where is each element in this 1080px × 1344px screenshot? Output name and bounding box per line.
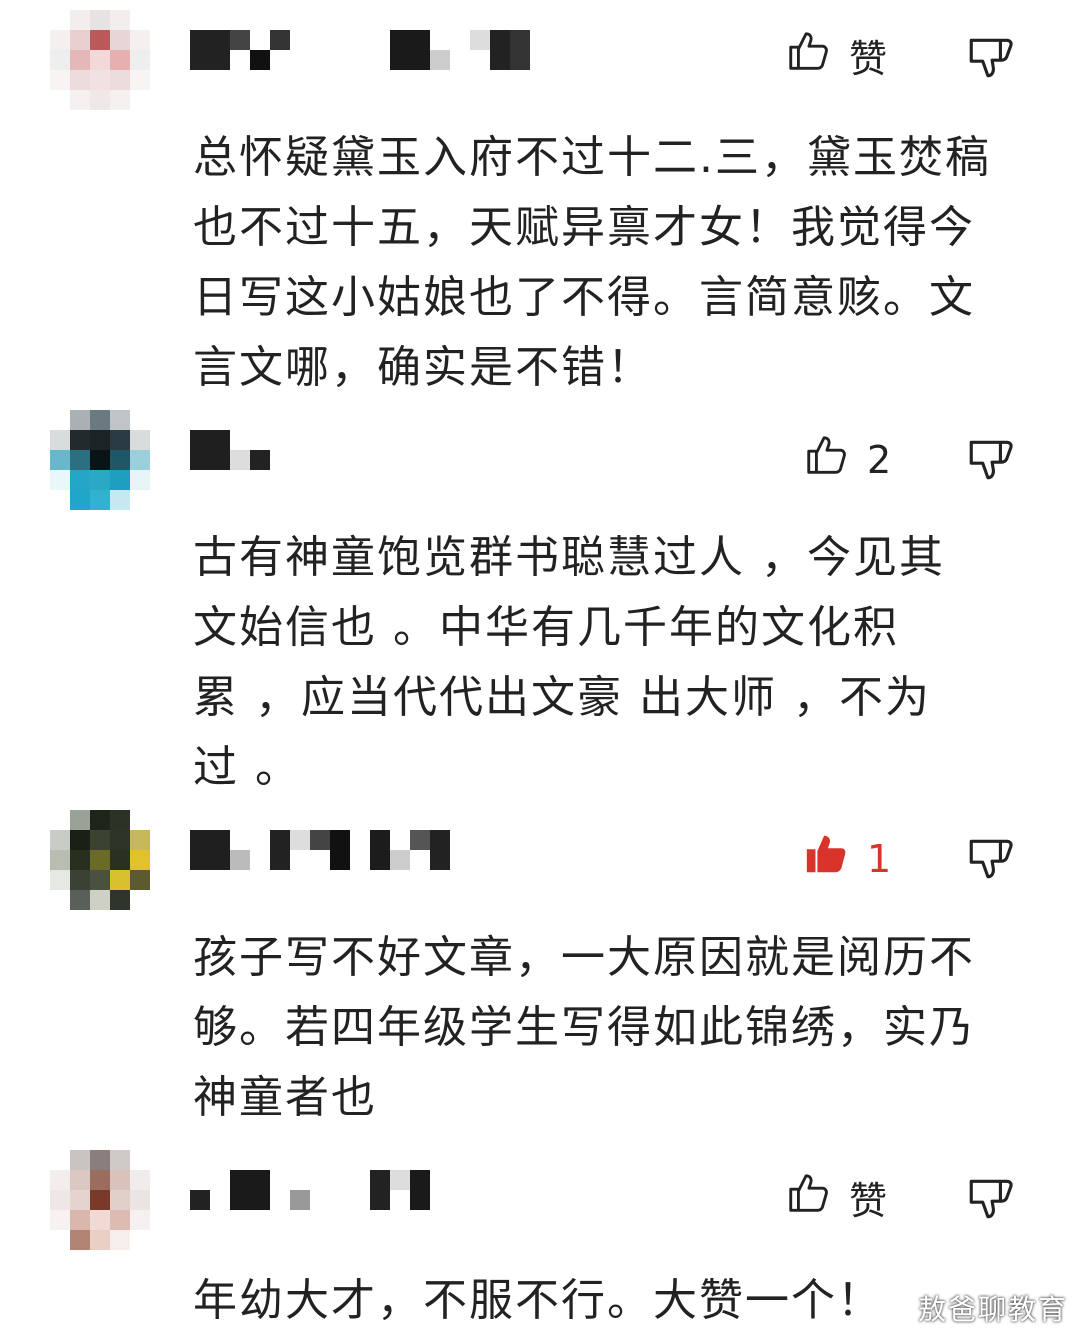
comment-text: 总怀疑黛玉入府不过十二.三，黛玉焚稿 也不过十五，天赋异禀才女！我觉得今 日写这…	[193, 132, 991, 393]
thumbs-up-icon	[785, 1170, 831, 1225]
dislike-button[interactable]	[965, 833, 1015, 883]
thumbs-up-icon	[785, 28, 831, 83]
username-pixelated[interactable]	[190, 430, 270, 470]
username-pixelated[interactable]	[190, 1170, 430, 1210]
dislike-button[interactable]	[965, 434, 1015, 484]
thumbs-up-icon	[803, 432, 849, 487]
avatar[interactable]	[50, 1150, 150, 1250]
comment-text: 年幼大才，不服不行。大赞一个！	[193, 1275, 883, 1326]
like-button-active[interactable]: 1	[803, 831, 891, 886]
avatar[interactable]	[50, 810, 150, 910]
like-label: 赞	[849, 37, 888, 81]
like-button[interactable]: 赞	[785, 28, 887, 83]
thumbs-down-icon	[965, 1179, 1015, 1227]
like-button[interactable]: 2	[803, 432, 891, 487]
username-pixelated[interactable]	[190, 30, 530, 70]
dislike-button[interactable]	[965, 32, 1015, 82]
thumbs-down-icon	[965, 440, 1015, 488]
comment-text: 孩子写不好文章，一大原因就是阅历不 够。若四年级学生写得如此锦绣，实乃 神童者也	[193, 932, 975, 1123]
like-button[interactable]: 赞	[785, 1170, 887, 1225]
watermark-text: 敖爸聊教育	[917, 1293, 1068, 1326]
comment-text: 古有神童饱览群书聪慧过人 ，今见其 文始信也 。中华有几千年的文化积 累 ，应当…	[193, 532, 945, 793]
thumbs-down-icon	[965, 839, 1015, 887]
like-count: 2	[867, 437, 892, 482]
like-label: 赞	[849, 1179, 888, 1223]
dislike-button[interactable]	[965, 1173, 1015, 1223]
username-pixelated[interactable]	[190, 830, 450, 870]
thumbs-up-filled-icon	[803, 831, 849, 886]
avatar[interactable]	[50, 10, 150, 110]
thumbs-down-icon	[965, 38, 1015, 86]
like-count: 1	[867, 836, 892, 881]
avatar[interactable]	[50, 410, 150, 510]
